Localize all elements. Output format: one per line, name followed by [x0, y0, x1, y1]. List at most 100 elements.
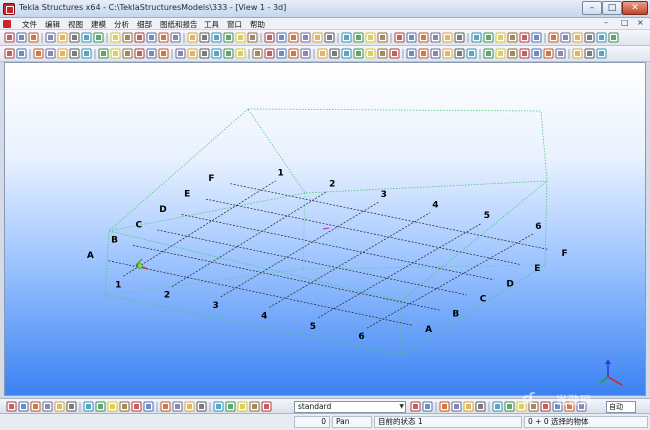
modeling-toolbar-tool-icon[interactable] [252, 48, 263, 59]
modeling-toolbar-tool-icon[interactable] [418, 48, 429, 59]
close-button[interactable]: ✕ [622, 1, 648, 15]
modeling-toolbar-tool-icon[interactable] [341, 48, 352, 59]
selection-toolbar-tool-icon[interactable] [172, 401, 183, 412]
main-toolbar-tool-icon[interactable] [572, 32, 583, 43]
modeling-toolbar-tool-icon[interactable] [430, 48, 441, 59]
selection-toolbar-tool-icon[interactable] [18, 401, 29, 412]
modeling-toolbar-tool-icon[interactable] [223, 48, 234, 59]
modeling-toolbar-tool-icon[interactable] [300, 48, 311, 59]
modeling-toolbar-tool-icon[interactable] [81, 48, 92, 59]
modeling-toolbar-tool-icon[interactable] [572, 48, 583, 59]
main-toolbar-tool-icon[interactable] [394, 32, 405, 43]
selection-toolbar-tool-icon[interactable] [83, 401, 94, 412]
main-toolbar-icons[interactable] [4, 32, 648, 44]
snap-toolbar-tool-icon[interactable] [463, 401, 474, 412]
main-toolbar-tool-icon[interactable] [353, 32, 364, 43]
snap-toolbar-tool-icon[interactable] [475, 401, 486, 412]
modeling-toolbar-tool-icon[interactable] [584, 48, 595, 59]
main-toolbar-tool-icon[interactable] [16, 32, 27, 43]
modeling-toolbar-tool-icon[interactable] [288, 48, 299, 59]
modeling-toolbar-tool-icon[interactable] [329, 48, 340, 59]
main-toolbar-tool-icon[interactable] [223, 32, 234, 43]
modeling-toolbar-tool-icon[interactable] [276, 48, 287, 59]
selection-toolbar-tool-icon[interactable] [54, 401, 65, 412]
snap-toolbar-tool-icon[interactable] [504, 401, 515, 412]
main-toolbar-tool-icon[interactable] [584, 32, 595, 43]
modeling-toolbar-tool-icon[interactable] [483, 48, 494, 59]
modeling-toolbar-tool-icon[interactable] [187, 48, 198, 59]
selection-toolbar-tool-icon[interactable] [249, 401, 260, 412]
modeling-toolbar-tool-icon[interactable] [543, 48, 554, 59]
selection-toolbar-tool-icon[interactable] [95, 401, 106, 412]
main-toolbar-tool-icon[interactable] [519, 32, 530, 43]
selection-toolbar-tool-icon[interactable] [213, 401, 224, 412]
modeling-toolbar-tool-icon[interactable] [264, 48, 275, 59]
grid-line-3[interactable] [220, 201, 379, 298]
selection-toolbar-tool-icon[interactable] [225, 401, 236, 412]
selection-toolbar-tool-icon[interactable] [196, 401, 207, 412]
snap-toolbar-tool-icon[interactable] [422, 401, 433, 412]
main-toolbar-tool-icon[interactable] [158, 32, 169, 43]
selection-toolbar-tool-icon[interactable] [160, 401, 171, 412]
main-toolbar-tool-icon[interactable] [430, 32, 441, 43]
doc-restore-button[interactable]: □ [621, 18, 629, 27]
main-toolbar-tool-icon[interactable] [507, 32, 518, 43]
modeling-toolbar-tool-icon[interactable] [175, 48, 186, 59]
grid-line-4[interactable] [269, 212, 431, 308]
modeling-toolbar-tool-icon[interactable] [4, 48, 15, 59]
menu-drawings-reports[interactable]: 图纸和报告 [160, 19, 198, 30]
menu-tools[interactable]: 工具 [204, 19, 219, 30]
doc-minimize-button[interactable]: – [604, 18, 608, 27]
selection-toolbar-tool-icon[interactable] [107, 401, 118, 412]
menu-analysis[interactable]: 分析 [114, 19, 129, 30]
modeling-toolbar-tool-icon[interactable] [507, 48, 518, 59]
modeling-toolbar-tool-icon[interactable] [235, 48, 246, 59]
main-toolbar-tool-icon[interactable] [608, 32, 619, 43]
snap-toolbar-tool-icon[interactable] [410, 401, 421, 412]
main-toolbar-tool-icon[interactable] [312, 32, 323, 43]
modeling-toolbar-tool-icon[interactable] [317, 48, 328, 59]
modeling-toolbar-tool-icon[interactable] [98, 48, 109, 59]
modeling-toolbar-tool-icon[interactable] [199, 48, 210, 59]
maximize-button[interactable]: □ [602, 1, 622, 15]
main-toolbar-tool-icon[interactable] [146, 32, 157, 43]
selection-toolbar-tool-icon[interactable] [261, 401, 272, 412]
main-toolbar-tool-icon[interactable] [596, 32, 607, 43]
menu-modeling[interactable]: 建模 [91, 19, 106, 30]
main-toolbar-tool-icon[interactable] [377, 32, 388, 43]
main-toolbar-tool-icon[interactable] [276, 32, 287, 43]
modeling-toolbar-tool-icon[interactable] [158, 48, 169, 59]
selection-toolbar-tool-icon[interactable] [119, 401, 130, 412]
modeling-toolbar-tool-icon[interactable] [377, 48, 388, 59]
modeling-toolbar-tool-icon[interactable] [16, 48, 27, 59]
grid-line-C[interactable] [157, 229, 467, 296]
doc-close-button[interactable]: × [637, 18, 644, 27]
menu-detailing[interactable]: 细部 [137, 19, 152, 30]
main-toolbar-tool-icon[interactable] [471, 32, 482, 43]
view-filter-select[interactable]: standard ▼ [294, 401, 406, 413]
selection-toolbar-tool-icon[interactable] [42, 401, 53, 412]
modeling-toolbar-tool-icon[interactable] [389, 48, 400, 59]
modeling-toolbar-tool-icon[interactable] [442, 48, 453, 59]
modeling-toolbar-tool-icon[interactable] [531, 48, 542, 59]
menu-edit[interactable]: 编辑 [45, 19, 60, 30]
modeling-toolbar-tool-icon[interactable] [519, 48, 530, 59]
modeling-toolbar-tool-icon[interactable] [122, 48, 133, 59]
selection-toolbar-tool-icon[interactable] [66, 401, 77, 412]
modeling-toolbar-tool-icon[interactable] [211, 48, 222, 59]
main-toolbar-tool-icon[interactable] [57, 32, 68, 43]
modeling-toolbar-tool-icon[interactable] [57, 48, 68, 59]
modeling-toolbar-tool-icon[interactable] [466, 48, 477, 59]
modeling-toolbar-tool-icon[interactable] [134, 48, 145, 59]
main-toolbar-tool-icon[interactable] [531, 32, 542, 43]
modeling-toolbar-tool-icon[interactable] [495, 48, 506, 59]
main-toolbar-tool-icon[interactable] [93, 32, 104, 43]
menu-file[interactable]: 文件 [22, 19, 37, 30]
modeling-toolbar-tool-icon[interactable] [69, 48, 80, 59]
selection-toolbar-tool-icon[interactable] [184, 401, 195, 412]
main-toolbar-tool-icon[interactable] [211, 32, 222, 43]
main-toolbar-tool-icon[interactable] [28, 32, 39, 43]
modeling-toolbar-tool-icon[interactable] [365, 48, 376, 59]
snap-toolbar-tool-icon[interactable] [451, 401, 462, 412]
main-toolbar-tool-icon[interactable] [548, 32, 559, 43]
